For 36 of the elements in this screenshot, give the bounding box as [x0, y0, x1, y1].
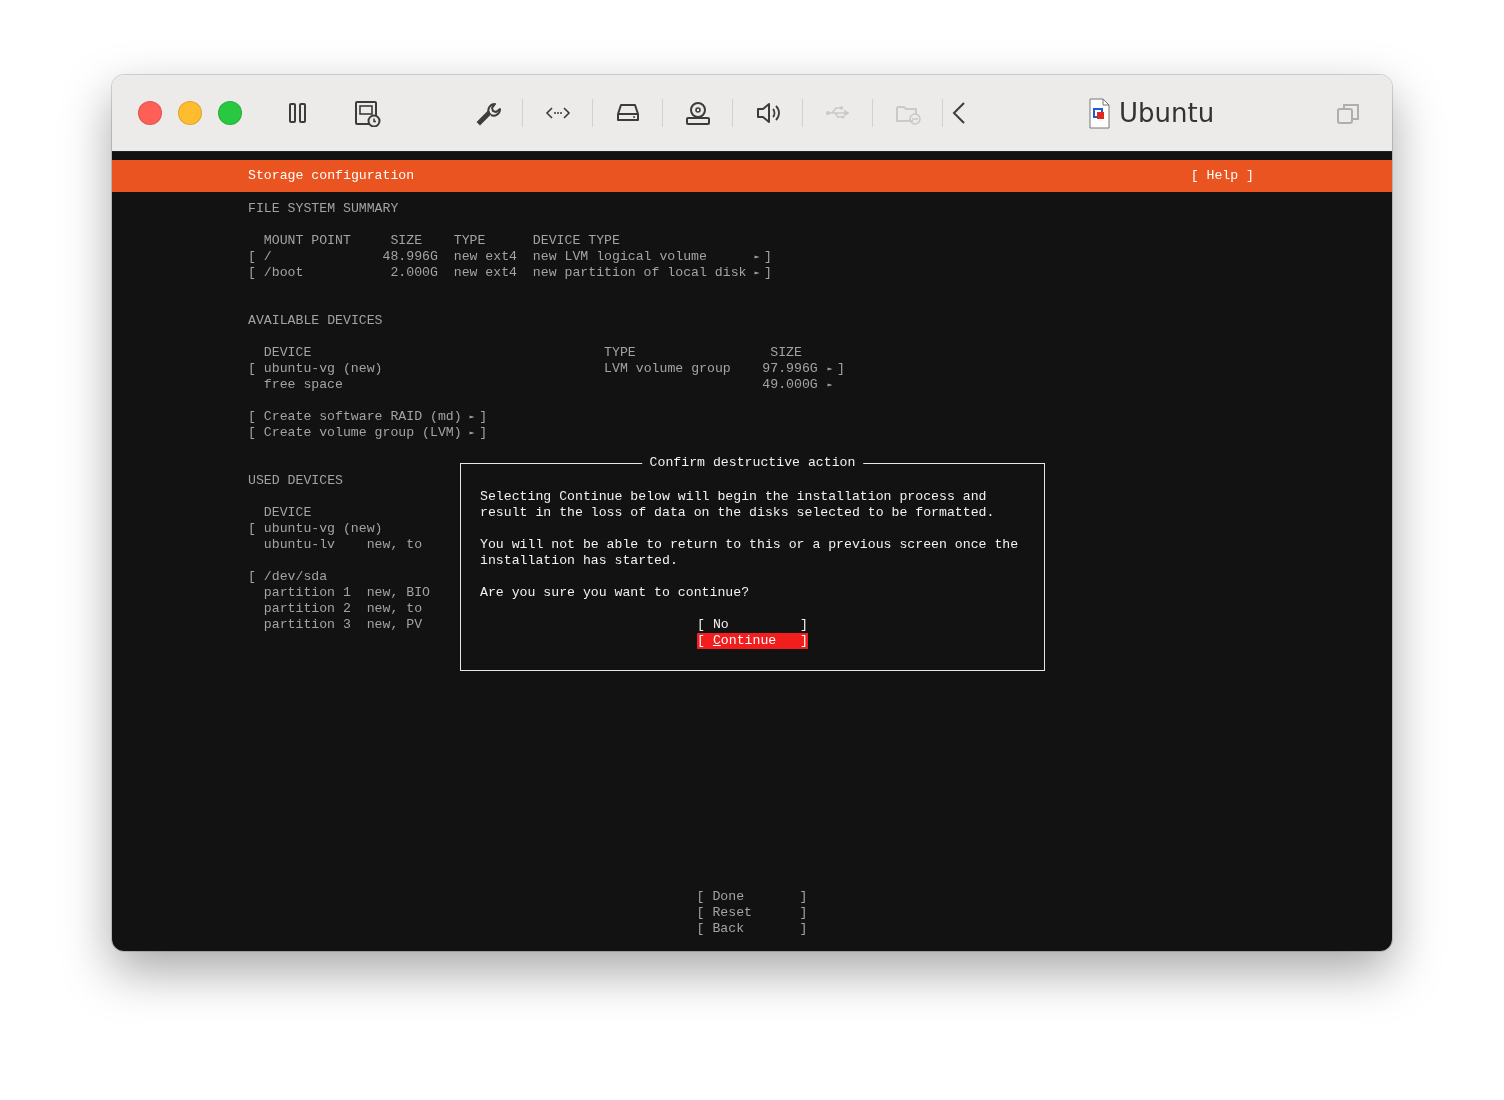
- dialog-text: Selecting Continue below will begin the installation process and result in the loss of data on the disks selected to be formatted.: [480, 489, 996, 521]
- action-row[interactable]: [ Create software RAID (md) ► ]: [248, 409, 488, 425]
- column-header: MOUNT POINT: [263, 233, 352, 249]
- partition-row-text: partition 1 new, BIO: [262, 585, 430, 601]
- menu-button[interactable]: [ Done ]: [696, 889, 808, 905]
- document-icon: [1088, 97, 1111, 129]
- section-heading: FILE SYSTEM SUMMARY: [248, 201, 399, 217]
- mount-row[interactable]: [ /boot 2.000G new ext4 new partition of local disk ► ]: [248, 265, 772, 281]
- partition-row-text: ubuntu-lv new, to: [262, 537, 423, 553]
- column-header: SIZE: [389, 233, 424, 249]
- column-header: TYPE: [604, 345, 637, 361]
- device-row[interactable]: [ ubuntu-vg (new): [248, 521, 383, 537]
- dialog-text: Are you sure you want to continue?: [480, 585, 751, 601]
- device-row[interactable]: [ /dev/sda: [248, 569, 328, 585]
- mount-row[interactable]: [ / 48.996G new ext4 new LVM logical volume ► ]: [248, 249, 772, 265]
- column-header: DEVICE: [263, 505, 313, 521]
- menu-button[interactable]: [ Back ]: [696, 921, 808, 937]
- dialog-text: You will not be able to return to this or a previous screen once the installation has started.: [480, 537, 1020, 569]
- action-row[interactable]: [ Create volume group (LVM) ► ]: [248, 425, 488, 441]
- dialog-button[interactable]: [ No ]: [697, 617, 808, 633]
- dialog-button[interactable]: [ Continue ]: [697, 633, 808, 649]
- column-header: TYPE: [453, 233, 487, 249]
- window-control-button[interactable]: [138, 101, 162, 125]
- partition-row-text: partition 3 new, PV: [262, 617, 423, 633]
- device-row[interactable]: [ ubuntu-vg (new) LVM volume group 97.996G ► ]: [248, 361, 845, 377]
- section-heading: AVAILABLE DEVICES: [248, 313, 383, 329]
- column-header: DEVICE TYPE: [532, 233, 621, 249]
- section-heading: USED DEVICES: [248, 473, 343, 489]
- window-title: Ubuntu: [1119, 96, 1215, 130]
- menu-button[interactable]: [ Reset ]: [696, 905, 808, 921]
- partition-row-text: partition 2 new, to: [262, 601, 423, 617]
- help-button[interactable]: [ Help ]: [1190, 168, 1254, 184]
- column-header: SIZE: [769, 345, 803, 361]
- column-header: DEVICE: [263, 345, 313, 361]
- device-row[interactable]: free space 49.000G ►: [248, 377, 837, 393]
- screen-title: Storage configuration: [248, 168, 415, 184]
